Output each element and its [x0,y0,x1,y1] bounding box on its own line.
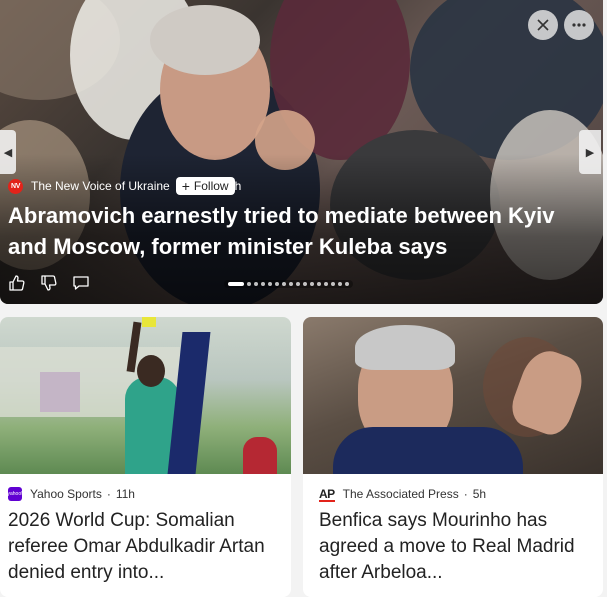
card1-time: 11h [115,487,135,501]
card2-meta: AP The Associated Press · 5h [319,487,487,502]
carousel-dot[interactable] [296,282,300,286]
carousel-dot[interactable] [254,282,258,286]
chevron-left-icon: ◀ [3,146,13,159]
card-image-referee [0,317,291,474]
ap-logo: AP [319,487,335,502]
carousel-dot[interactable] [268,282,272,286]
follow-label: Follow [193,179,229,193]
close-icon [537,19,549,31]
hero-source-row: NV The New Voice of Ukraine + Follow h [8,176,241,196]
hero-headline[interactable]: Abramovich earnestly tried to mediate be… [8,200,598,262]
carousel-indicator [224,280,353,288]
more-icon [572,23,586,27]
carousel-next-button[interactable]: ▶ [579,130,601,174]
meta-separator: · [106,487,111,501]
carousel-dot[interactable] [303,282,307,286]
card2-time: 5h [472,487,487,501]
card2-headline[interactable]: Benfica says Mourinho has agreed a move … [319,508,599,586]
source-name[interactable]: The New Voice of Ukraine [31,179,170,193]
plus-icon: + [181,178,190,194]
source-logo: NV [8,178,23,194]
close-button[interactable] [528,10,558,40]
carousel-dot[interactable] [261,282,265,286]
card1-source[interactable]: Yahoo Sports [30,487,102,501]
card-image-mourinho [303,317,603,474]
carousel-dot[interactable] [289,282,293,286]
card2-source[interactable]: The Associated Press [343,487,459,501]
reaction-bar [8,274,90,292]
meta-separator: · [463,487,468,501]
carousel-dot[interactable] [338,282,342,286]
carousel-dot[interactable] [345,282,349,286]
carousel-dot[interactable] [331,282,335,286]
carousel-dot[interactable] [282,282,286,286]
carousel-dot[interactable] [324,282,328,286]
thumbs-up-icon[interactable] [8,274,26,292]
carousel-dot[interactable] [275,282,279,286]
chevron-right-icon: ▶ [585,146,595,159]
more-options-button[interactable] [564,10,594,40]
yahoo-logo: yahoo! [8,487,23,501]
card1-meta: yahoo! Yahoo Sports · 11h [8,487,135,501]
follow-button[interactable]: + Follow [175,177,235,195]
thumbs-down-icon[interactable] [40,274,58,292]
carousel-prev-button[interactable]: ◀ [0,130,16,174]
carousel-dot[interactable] [247,282,251,286]
carousel-dot[interactable] [317,282,321,286]
hero-card[interactable]: ◀ ▶ NV The New Voice of Ukraine + Follow… [0,0,603,304]
carousel-dot[interactable] [310,282,314,286]
carousel-dot-active[interactable] [228,282,244,286]
card1-headline[interactable]: 2026 World Cup: Somalian referee Omar Ab… [8,508,283,586]
comment-icon[interactable] [72,274,90,292]
timestamp: h [234,179,242,193]
